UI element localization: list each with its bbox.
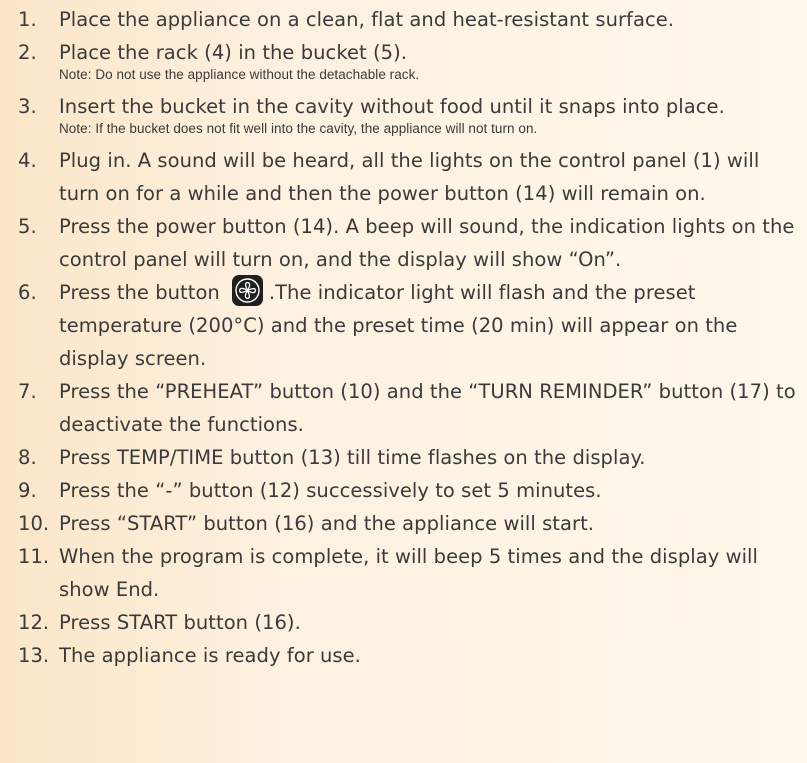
step-number: 5. (18, 215, 37, 238)
step-number: 13. (18, 644, 50, 667)
step-note: Note: Do not use the appliance without t… (59, 67, 420, 82)
step-10: 10. Press “START” button (16) and the ap… (0, 507, 807, 540)
step-text: Press START button (16). (59, 611, 301, 634)
step-number: 8. (18, 446, 37, 469)
step-text: Press the power button (14). A beep will… (59, 215, 795, 271)
step-6: 6. Press the button .The indicator light… (0, 275, 807, 375)
step-3: 3. Insert the bucket in the cavity witho… (0, 90, 807, 144)
step-5: 5. Press the power button (14). A beep w… (0, 210, 807, 276)
step-8: 8. Press TEMP/TIME button (13) till time… (0, 441, 807, 474)
step-number: 2. (18, 41, 37, 64)
step-text: The appliance is ready for use. (59, 644, 361, 667)
step-text: Press TEMP/TIME button (13) till time fl… (59, 446, 646, 469)
step-number: 9. (18, 479, 37, 502)
step-number: 11. (18, 545, 50, 568)
step-text: Place the appliance on a clean, flat and… (59, 8, 675, 31)
step-number: 6. (18, 281, 37, 304)
step-number: 4. (18, 149, 37, 172)
step-text: Press the “-” button (12) successively t… (59, 479, 602, 502)
step-number: 7. (18, 380, 37, 403)
step-text-before: Press the button (59, 281, 220, 304)
step-text: When the program is complete, it will be… (59, 545, 758, 601)
step-4: 4. Plug in. A sound will be heard, all t… (0, 144, 807, 210)
step-number: 12. (18, 611, 50, 634)
step-text: Insert the bucket in the cavity without … (59, 95, 725, 118)
step-text: Press the “PREHEAT” button (10) and the … (59, 380, 796, 436)
steps-list: 1. Place the appliance on a clean, flat … (0, 3, 807, 672)
step-number: 10. (18, 512, 50, 535)
step-note: Note: If the bucket does not fit well in… (59, 121, 538, 136)
step-12: 12. Press START button (16). (0, 606, 807, 639)
step-9: 9. Press the “-” button (12) successivel… (0, 474, 807, 507)
step-text: Plug in. A sound will be heard, all the … (59, 149, 760, 205)
step-13: 13. The appliance is ready for use. (0, 639, 807, 672)
step-1: 1. Place the appliance on a clean, flat … (0, 3, 807, 36)
step-7: 7. Press the “PREHEAT” button (10) and t… (0, 375, 807, 441)
step-text: Place the rack (4) in the bucket (5). (59, 41, 407, 64)
instruction-page: 1. Place the appliance on a clean, flat … (0, 0, 807, 763)
step-11: 11. When the program is complete, it wil… (0, 540, 807, 606)
step-number: 3. (18, 95, 37, 118)
step-2: 2. Place the rack (4) in the bucket (5).… (0, 36, 807, 90)
step-text: Press “START” button (16) and the applia… (59, 512, 595, 535)
fan-icon (231, 275, 263, 306)
step-number: 1. (18, 8, 37, 31)
